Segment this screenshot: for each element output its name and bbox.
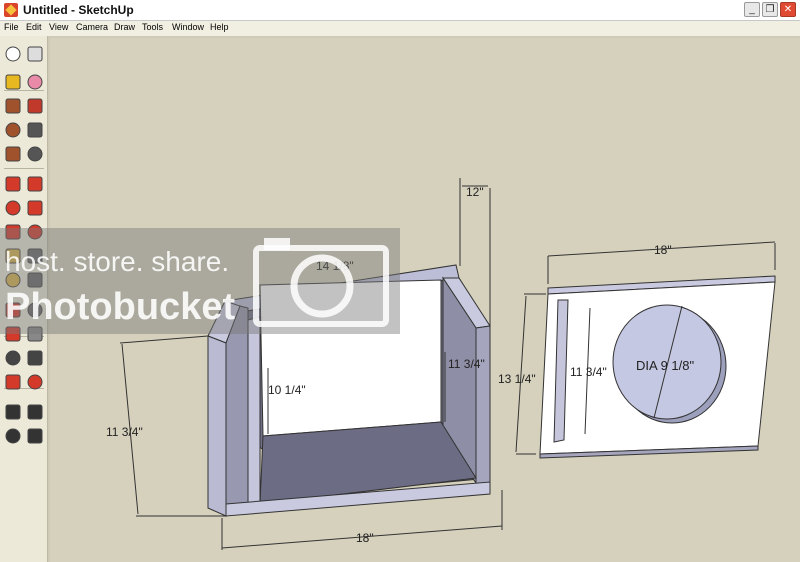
box-right-wall-edge bbox=[475, 325, 491, 493]
menu-bar: File Edit View Camera Draw Tools Window … bbox=[0, 21, 800, 36]
close-button[interactable]: ✕ bbox=[780, 2, 796, 17]
dim-hole-diameter: DIA 9 1/8" bbox=[636, 358, 694, 373]
look-around-icon[interactable] bbox=[25, 402, 45, 422]
dim-box-width: 18" bbox=[356, 531, 374, 545]
toolbar-separator bbox=[4, 168, 44, 169]
photobucket-watermark: host. store. share. Photobucket bbox=[0, 228, 400, 334]
menu-view[interactable]: View bbox=[49, 22, 68, 32]
previous-view-icon[interactable] bbox=[3, 372, 23, 392]
watermark-tagline: host. store. share. bbox=[5, 246, 230, 277]
next-view-icon[interactable] bbox=[25, 372, 45, 392]
camera-icon bbox=[253, 238, 389, 327]
rotate-icon[interactable] bbox=[3, 198, 23, 218]
paint-bucket-icon[interactable] bbox=[3, 72, 23, 92]
polygon-icon[interactable] bbox=[3, 144, 23, 164]
position-camera-icon[interactable] bbox=[3, 402, 23, 422]
menu-tools[interactable]: Tools bbox=[142, 22, 163, 32]
sketchup-app-icon bbox=[4, 3, 18, 17]
dim-inner-height: 10 1/4" bbox=[268, 383, 306, 397]
dim-box-depth: 12" bbox=[466, 185, 484, 199]
box-left-wall-inner bbox=[225, 305, 249, 517]
move-icon[interactable] bbox=[3, 174, 23, 194]
title-bar: Untitled - SketchUp _ ❐ ✕ bbox=[0, 0, 800, 21]
box-left-divider bbox=[247, 316, 261, 509]
circle-icon[interactable] bbox=[3, 120, 23, 140]
minimize-button[interactable]: _ bbox=[744, 2, 760, 17]
freehand-icon[interactable] bbox=[25, 144, 45, 164]
watermark-logo-text: Photobucket bbox=[5, 286, 236, 328]
menu-help[interactable]: Help bbox=[210, 22, 229, 32]
push-pull-icon[interactable] bbox=[25, 174, 45, 194]
menu-camera[interactable]: Camera bbox=[76, 22, 108, 32]
section-plane-icon[interactable] bbox=[25, 426, 45, 446]
line-pencil-icon[interactable] bbox=[25, 96, 45, 116]
select-icon[interactable] bbox=[3, 44, 23, 64]
dim-slot-height: 11 3/4" bbox=[570, 365, 607, 379]
rectangle-icon[interactable] bbox=[3, 96, 23, 116]
walk-icon[interactable] bbox=[3, 426, 23, 446]
eraser-icon[interactable] bbox=[25, 72, 45, 92]
dim-inner-right: 11 3/4" bbox=[448, 357, 485, 371]
zoom-extents-icon[interactable] bbox=[25, 348, 45, 368]
arc-icon[interactable] bbox=[25, 120, 45, 140]
menu-window[interactable]: Window bbox=[172, 22, 204, 32]
restore-button[interactable]: ❐ bbox=[762, 2, 778, 17]
dim-panel-width: 18" bbox=[654, 243, 672, 257]
menu-edit[interactable]: Edit bbox=[26, 22, 42, 32]
menu-file[interactable]: File bbox=[4, 22, 19, 32]
sketchup-window: Untitled - SketchUp _ ❐ ✕ File Edit View… bbox=[0, 0, 800, 562]
zoom-icon[interactable] bbox=[3, 348, 23, 368]
window-title: Untitled - SketchUp bbox=[23, 3, 134, 17]
menu-draw[interactable]: Draw bbox=[114, 22, 135, 32]
follow-me-icon[interactable] bbox=[25, 198, 45, 218]
dim-box-height: 11 3/4" bbox=[106, 425, 143, 439]
box-left-wall-outer bbox=[207, 335, 227, 517]
dim-panel-height: 13 1/4" bbox=[498, 372, 536, 386]
make-component-icon[interactable] bbox=[25, 44, 45, 64]
